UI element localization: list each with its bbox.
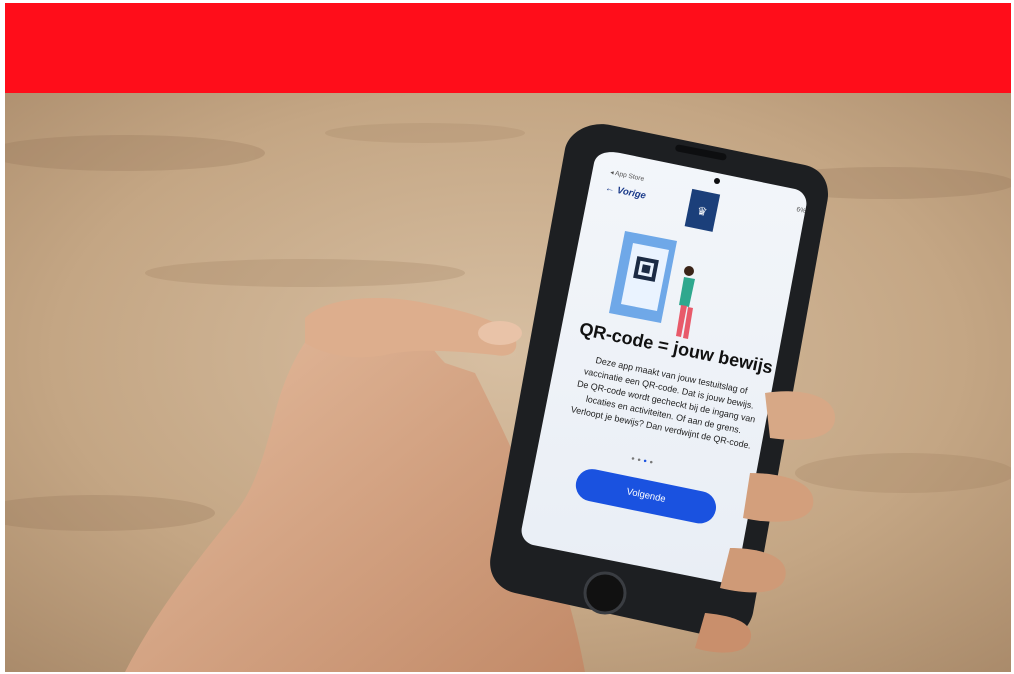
thumbnail xyxy=(478,321,522,345)
red-banner xyxy=(5,3,1011,93)
photo: ◂ App Store 6% ← Vorige ♛ QR-code = jouw… xyxy=(5,93,1011,672)
home-button xyxy=(583,571,627,615)
photo-scene xyxy=(5,93,1011,672)
image-frame: ◂ App Store 6% ← Vorige ♛ QR-code = jouw… xyxy=(0,0,1014,674)
front-camera xyxy=(714,178,720,184)
